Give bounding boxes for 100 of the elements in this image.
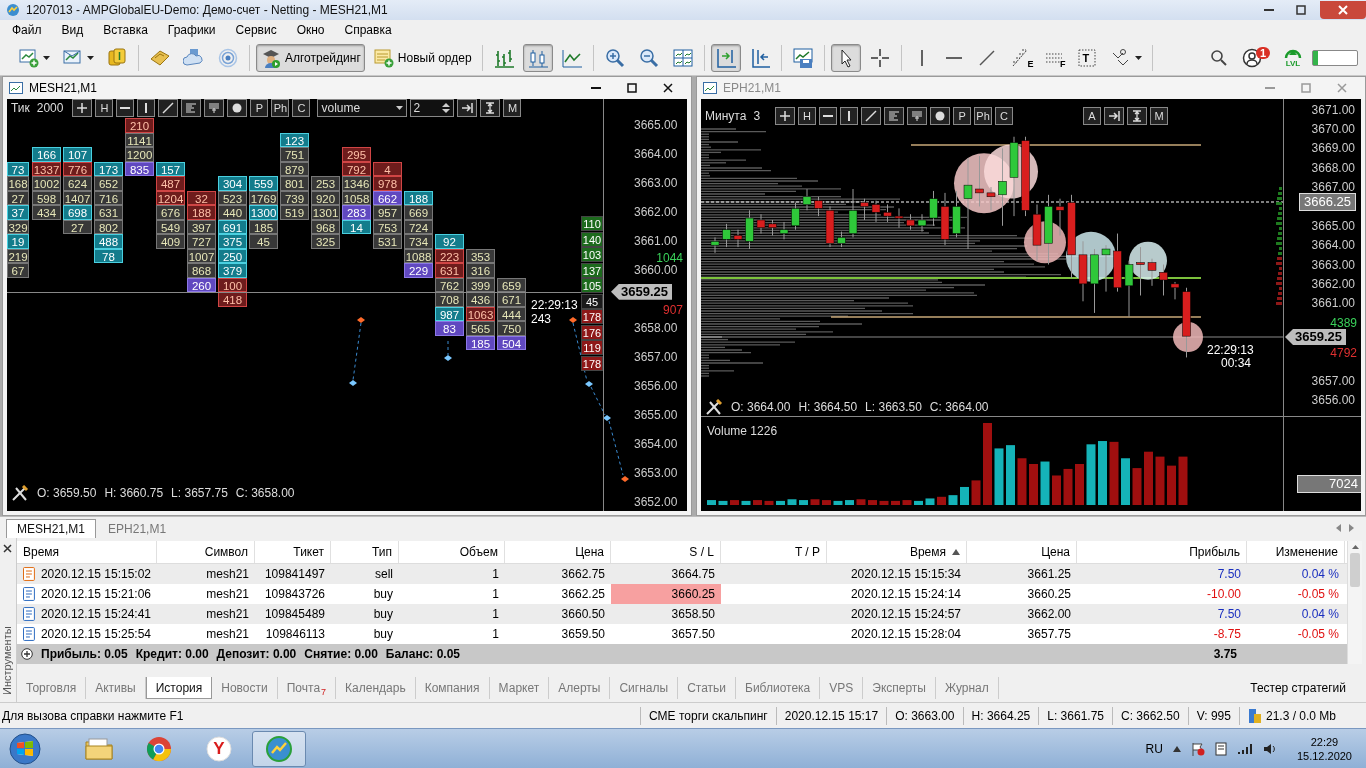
strategy-tester-tab[interactable]: Тестер стратегий: [1250, 677, 1366, 699]
volume-cell: 409: [156, 234, 185, 249]
volume-cell: 659: [497, 277, 526, 292]
table-cell: 1: [492, 627, 499, 641]
volume-cell: 19: [7, 234, 29, 249]
toolbar-button[interactable]: Новый ордер: [368, 43, 476, 72]
table-cell: 3657.50: [671, 627, 715, 641]
chart-tool-button[interactable]: A: [1083, 107, 1101, 125]
bar-time-label: 22:29:13: [1207, 342, 1254, 357]
account-button[interactable]: 1: [1237, 45, 1274, 70]
panel-tab[interactable]: Сигналы: [610, 677, 679, 699]
volume-cell: 37: [7, 205, 29, 220]
ohlc-value: C: 3658.00: [235, 486, 295, 500]
panel-tab[interactable]: Эксперты: [863, 677, 936, 699]
menu-item[interactable]: Вставка: [95, 23, 160, 37]
price-label: 3658.00: [634, 321, 678, 335]
volume-cell: 157: [156, 161, 185, 176]
order-book-cell: 178: [581, 309, 603, 324]
volume-cell: 67: [7, 263, 29, 278]
column-header[interactable]: T / P: [721, 541, 827, 563]
chart-tool-button[interactable]: P: [953, 107, 972, 125]
chart-tool-button[interactable]: C: [292, 99, 311, 117]
panel-tab[interactable]: Библиотека: [736, 677, 821, 699]
ohlc-value: O: 3659.50: [37, 486, 97, 500]
chart-window-title: EPH21,M1: [723, 81, 783, 95]
panel-tab[interactable]: Календарь: [336, 677, 416, 699]
table-cell: 3662.75: [561, 567, 605, 581]
menu-item[interactable]: Файл: [4, 23, 54, 37]
column-header[interactable]: Цена: [967, 541, 1077, 563]
status-field: C: 3662.50: [1121, 708, 1180, 723]
volume-cell: 304: [218, 176, 247, 191]
price-label: 3663.00: [634, 176, 678, 190]
volume-cell: 253: [311, 176, 340, 191]
table-cell: 109845489: [264, 607, 325, 621]
panel-tab[interactable]: Торговля: [17, 677, 87, 699]
chart-tab[interactable]: EPH21,M1: [98, 520, 177, 538]
chart-tool-button[interactable]: Ph: [271, 99, 290, 117]
volume-cell: 166: [32, 147, 61, 162]
chart-tool-button[interactable]: P: [250, 99, 269, 117]
status-hint: Для вызова справки нажмите F1: [2, 708, 184, 723]
ohlc-value: H: 3664.50: [798, 400, 858, 414]
table-cell: 7.50: [1217, 607, 1241, 621]
chart-tool-button[interactable]: H: [798, 107, 817, 125]
volume-cell: 519: [280, 205, 309, 220]
column-header[interactable]: Объем: [399, 541, 505, 563]
volume-cell: 440: [218, 205, 247, 220]
column-header[interactable]: S / L: [611, 541, 721, 563]
panel-tab[interactable]: Новости: [212, 677, 278, 699]
chart-tool-button[interactable]: Ph: [974, 107, 993, 125]
chart-tool-button[interactable]: M: [1150, 107, 1168, 125]
panel-tab[interactable]: Компания: [415, 677, 490, 699]
menu-item[interactable]: Справка: [336, 23, 404, 37]
chart-tool-button[interactable]: H: [95, 99, 114, 117]
volume-cell: 4: [373, 161, 402, 176]
menu-item[interactable]: Вид: [53, 23, 96, 37]
column-header[interactable]: Прибыль: [1077, 541, 1247, 563]
traffic-value: 21.3 / 0.0 Mb: [1265, 708, 1336, 723]
panel-tab[interactable]: Маркет: [489, 677, 550, 699]
column-header[interactable]: Символ: [157, 541, 255, 563]
column-header[interactable]: Тикет: [255, 541, 331, 563]
panel-tab[interactable]: Алерты: [549, 677, 611, 699]
menu-item[interactable]: Графики: [159, 23, 228, 37]
volume-cell: 379: [218, 263, 247, 278]
ohlc-value: C: 3664.00: [929, 400, 989, 414]
volume-cell: 168: [7, 176, 29, 191]
toolbar-button[interactable]: E: [1005, 43, 1036, 72]
taskbar-app[interactable]: Y: [192, 730, 246, 767]
language-indicator[interactable]: RU: [1145, 741, 1163, 756]
toolbar-button[interactable]: Алготрейдинг: [256, 43, 365, 72]
current-price-label: 3659.25: [1285, 329, 1346, 346]
chart-tab[interactable]: MESH21,M1: [6, 519, 97, 538]
panel-tab[interactable]: Статьи: [678, 677, 736, 699]
panel-tab[interactable]: История: [145, 677, 213, 699]
column-header[interactable]: Время: [827, 541, 967, 563]
current-price-label: 3659.25: [611, 283, 672, 300]
column-header[interactable]: Время: [17, 541, 157, 563]
chart-tool-button[interactable]: M: [503, 99, 522, 117]
column-header[interactable]: Тип: [331, 541, 399, 563]
toolbar-button[interactable]: F: [1039, 43, 1068, 72]
status-field: CME торги скальпинг: [648, 708, 768, 723]
panel-tab[interactable]: VPS: [820, 677, 864, 699]
table-cell: buy: [373, 587, 393, 601]
menu-item[interactable]: Окно: [288, 23, 337, 37]
column-header[interactable]: Изменение: [1247, 541, 1345, 563]
level-price-label: 3666.25: [1299, 192, 1356, 211]
toolbar-button[interactable]: T: [1071, 43, 1102, 72]
value-spinner[interactable]: 2: [410, 99, 455, 117]
volume-cell: 676: [156, 205, 185, 220]
table-cell: 2020.12.15 15:15:02: [40, 567, 151, 581]
delta-value: 1044: [656, 251, 683, 266]
chart-tool-button[interactable]: C: [995, 107, 1014, 125]
indicator-dropdown[interactable]: volume: [317, 99, 408, 117]
table-cell: 109841497: [264, 567, 325, 581]
menu-item[interactable]: Сервис: [227, 23, 289, 37]
panel-tab[interactable]: Журнал: [936, 677, 999, 699]
panel-tab[interactable]: Активы: [86, 677, 146, 699]
column-header[interactable]: Цена: [505, 541, 611, 563]
clock-date: 15.12.2020: [1296, 748, 1352, 763]
ohlc-value: H: 3660.75: [104, 486, 164, 500]
price-label: 3667.00: [1311, 180, 1355, 195]
